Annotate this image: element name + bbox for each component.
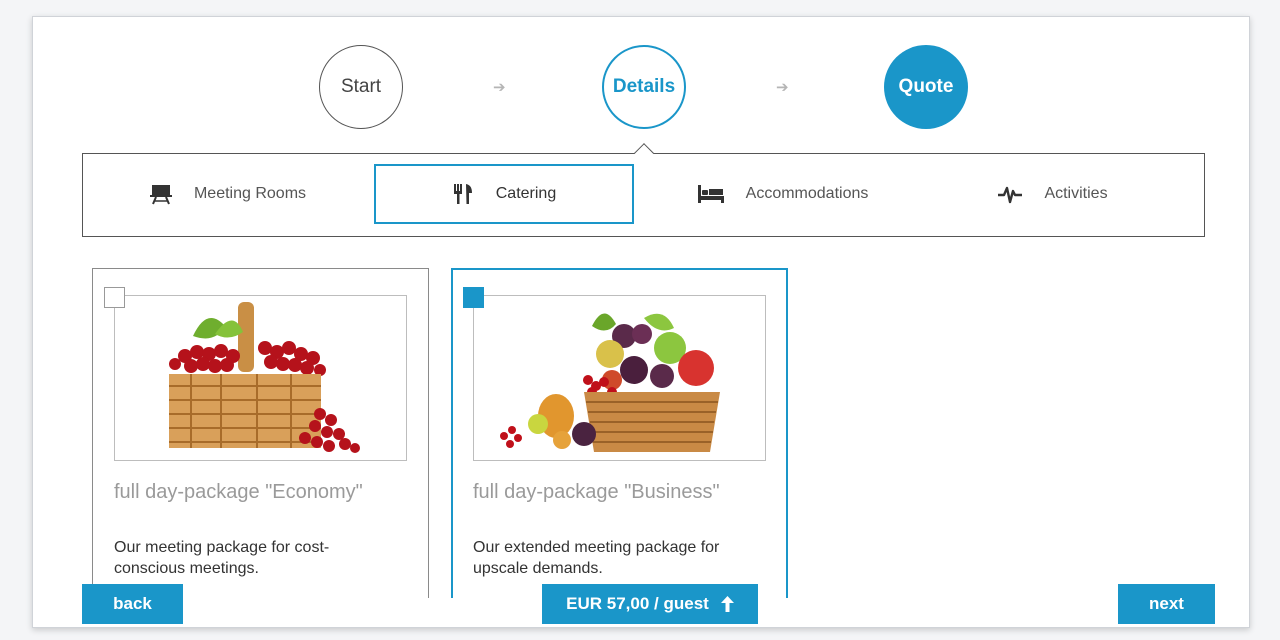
tab-accommodations-label: Accommodations: [745, 185, 869, 202]
package-checkbox-economy[interactable]: [104, 287, 125, 308]
package-description: Our extended meeting package for upscale…: [473, 539, 720, 577]
step-details[interactable]: Details: [602, 45, 686, 129]
tab-meeting-rooms-label: Meeting Rooms: [193, 185, 307, 202]
package-checkbox-business[interactable]: [463, 287, 484, 308]
package-title: full day-package "Business": [473, 481, 720, 503]
bed-icon: [697, 184, 724, 204]
package-card-business[interactable]: full day-package "Business" Our extended…: [451, 268, 788, 598]
tab-catering[interactable]: Catering: [374, 164, 634, 224]
tab-activities-label: Activities: [1044, 185, 1108, 202]
presentation-board-icon: [149, 183, 172, 205]
fork-knife-icon: [452, 183, 474, 205]
wizard-window: Start ➔ Details ➔ Quote Meeting Rooms Ca…: [32, 16, 1250, 628]
package-description: Our meeting package for cost-conscious m…: [114, 539, 330, 577]
arrow-up-icon: [720, 596, 734, 612]
step-start[interactable]: Start: [319, 45, 403, 129]
step-start-label: Start: [340, 76, 382, 97]
tab-accommodations[interactable]: Accommodations: [663, 164, 903, 224]
step-quote[interactable]: Quote: [884, 45, 968, 129]
category-tabbar: Meeting Rooms Catering Accommodations Ac…: [82, 153, 1205, 237]
tab-meeting-rooms[interactable]: Meeting Rooms: [103, 164, 353, 224]
package-title: full day-package "Economy": [114, 481, 363, 503]
price-label: EUR 57,00 / guest: [566, 594, 709, 613]
step-details-label: Details: [612, 76, 676, 97]
tab-activities[interactable]: Activities: [963, 164, 1143, 224]
fruit-basket-image: [473, 295, 766, 461]
next-button[interactable]: next: [1118, 584, 1215, 624]
package-card-economy[interactable]: full day-package "Economy" Our meeting p…: [92, 268, 429, 598]
tab-catering-label: Catering: [495, 185, 557, 202]
right-arrow-icon: ➔: [493, 79, 506, 96]
pulse-icon: [998, 184, 1023, 204]
right-arrow-icon: ➔: [776, 79, 789, 96]
step-quote-label: Quote: [898, 76, 954, 97]
back-button[interactable]: back: [82, 584, 183, 624]
grape-basket-image: [114, 295, 407, 461]
price-summary-button[interactable]: EUR 57,00 / guest: [542, 584, 758, 624]
